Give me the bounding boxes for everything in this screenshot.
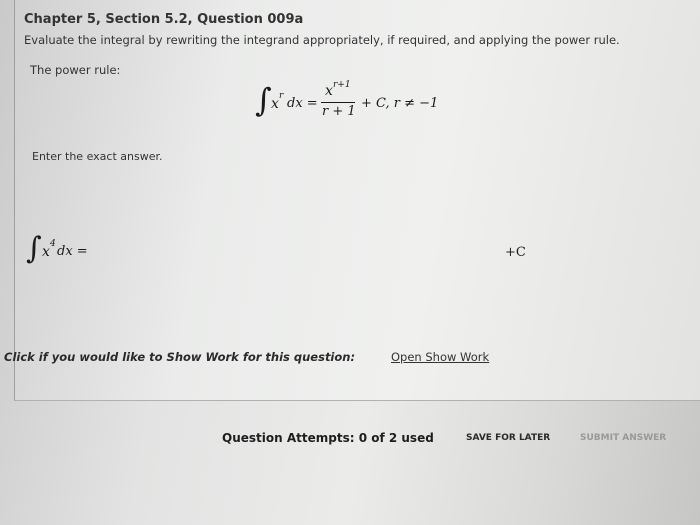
show-work-prompt: Click if you would like to Show Work for… <box>4 350 356 364</box>
constant-of-integration: +C <box>505 245 526 260</box>
formula-dx: dx = <box>287 96 318 111</box>
question-attempts: Question Attempts: 0 of 2 used <box>222 431 434 445</box>
formula-denominator: r + 1 <box>322 104 356 119</box>
answer-integral-sign: ∫ <box>26 231 42 266</box>
answer-input[interactable] <box>110 238 494 266</box>
formula-exponent: r <box>279 91 284 101</box>
panel-left-border <box>14 0 15 400</box>
submit-answer-button[interactable]: SUBMIT ANSWER <box>580 433 666 443</box>
power-rule-label: The power rule: <box>30 63 121 77</box>
answer-base: x <box>42 244 50 260</box>
open-show-work-link[interactable]: Open Show Work <box>391 350 489 364</box>
answer-prompt: Enter the exact answer. <box>32 150 163 163</box>
formula-tail: + C, r ≠ −1 <box>361 96 439 111</box>
formula-numerator-base: x <box>325 83 333 99</box>
power-rule-formula: ∫ x r dx = x r+1 r + 1 + C, r ≠ −1 <box>255 80 485 130</box>
question-title: Chapter 5, Section 5.2, Question 009a <box>24 12 304 27</box>
answer-dx: dx = <box>57 244 88 259</box>
save-for-later-button[interactable]: SAVE FOR LATER <box>466 433 550 443</box>
integral-sign: ∫ <box>255 81 272 119</box>
answer-exponent: 4 <box>50 239 56 249</box>
answer-integral-expression: ∫ x 4 dx = <box>26 232 116 277</box>
question-instructions: Evaluate the integral by rewriting the i… <box>24 33 620 47</box>
panel-bottom-border <box>14 400 700 401</box>
formula-base: x <box>271 96 279 112</box>
formula-numerator-exponent: r+1 <box>333 80 351 90</box>
question-panel <box>14 0 700 400</box>
fraction-bar <box>321 102 355 103</box>
